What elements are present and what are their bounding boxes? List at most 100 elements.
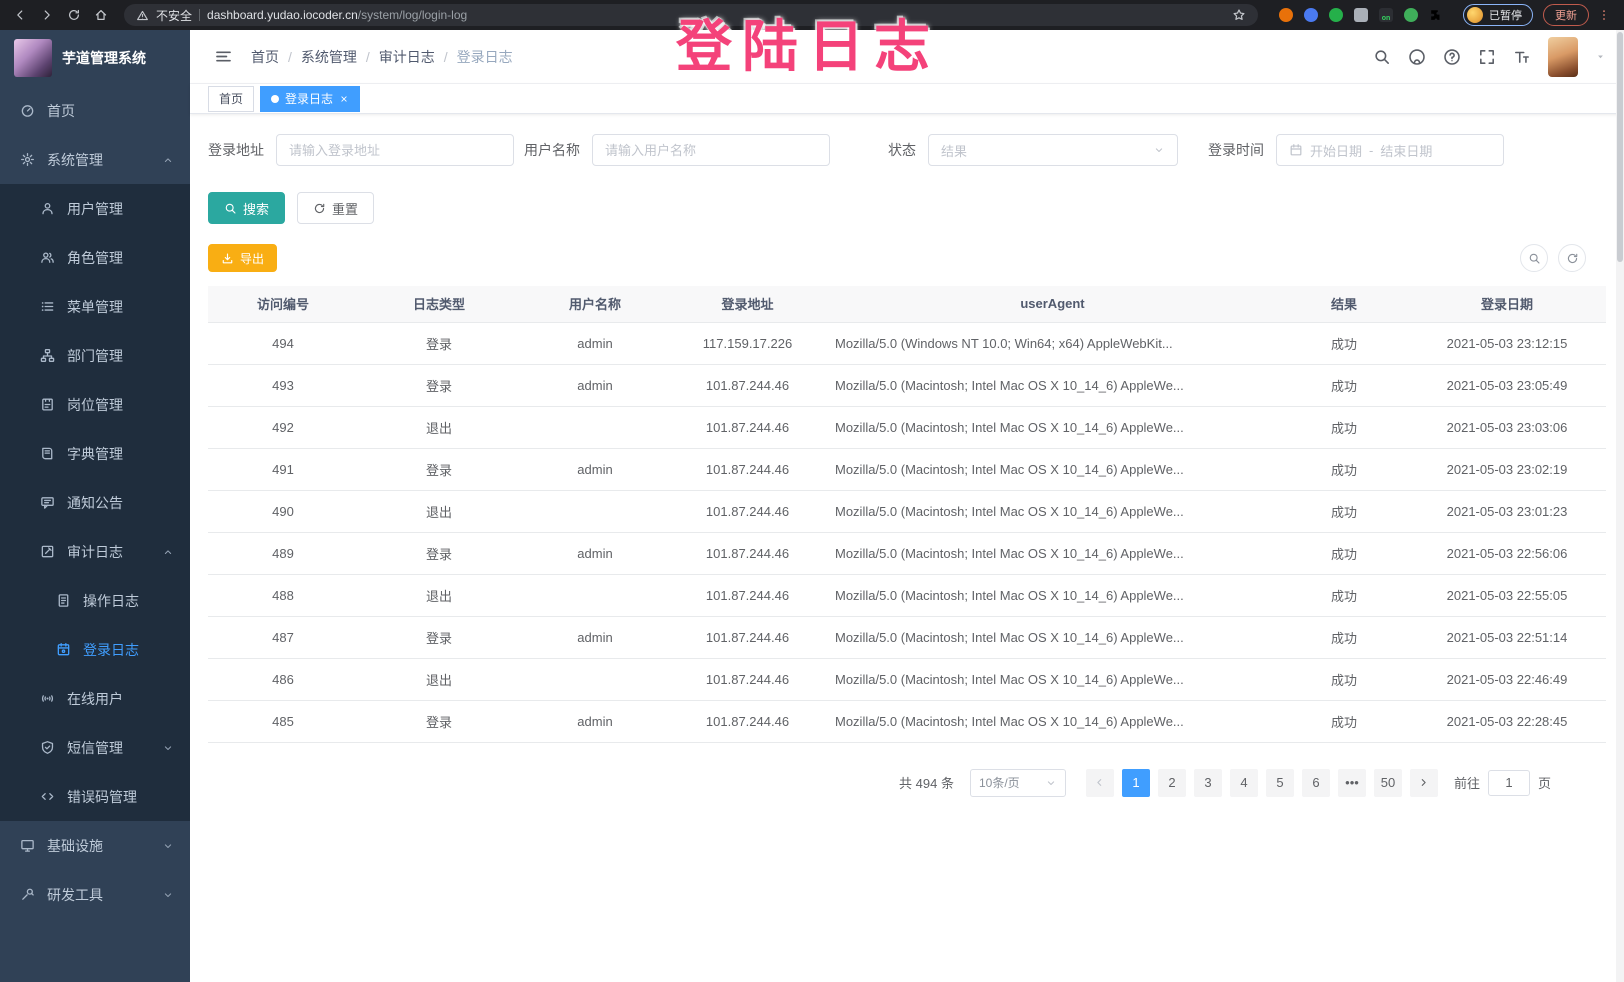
breadcrumb-item[interactable]: 系统管理: [301, 47, 357, 67]
sidebar-item-home[interactable]: 首页: [0, 86, 190, 135]
tag-login-log[interactable]: 登录日志: [260, 86, 360, 112]
column-header: userAgent: [825, 286, 1280, 322]
table-cell: 117.159.17.226: [670, 322, 825, 364]
export-button[interactable]: 导出: [208, 244, 277, 272]
breadcrumb-item[interactable]: 首页: [251, 47, 279, 67]
main-area: 首页/系统管理/审计日志/登录日志 首页登录日志 登录地址用户名称状态结果登录时…: [190, 30, 1624, 982]
page-button-2[interactable]: 2: [1158, 769, 1186, 797]
chevron-down-icon: [162, 889, 174, 901]
breadcrumb: 首页/系统管理/审计日志/登录日志: [251, 47, 513, 67]
page-button-1[interactable]: 1: [1122, 769, 1150, 797]
post-management-icon: [40, 397, 55, 412]
dev-tools-icon: [20, 887, 35, 902]
filter-label-username: 用户名称: [524, 140, 580, 160]
header-search-icon[interactable]: [1373, 48, 1391, 66]
sidebar-item-infrastructure[interactable]: 基础设施: [0, 821, 190, 870]
table-cell: 101.87.244.46: [670, 532, 825, 574]
sidebar-item-post-management[interactable]: 岗位管理: [0, 380, 190, 429]
user-avatar[interactable]: [1548, 37, 1578, 77]
sidebar-item-online-users[interactable]: 在线用户: [0, 674, 190, 723]
filter-status: 状态结果: [888, 134, 1178, 166]
extension-blue-drop[interactable]: [1304, 8, 1318, 22]
browser-back-button[interactable]: [8, 3, 32, 27]
extension-orange-circle[interactable]: [1279, 8, 1293, 22]
extension-leaf[interactable]: [1404, 8, 1418, 22]
browser-reload-button[interactable]: [62, 3, 86, 27]
page-button-5[interactable]: 5: [1266, 769, 1294, 797]
sidebar-item-operation-log[interactable]: 操作日志: [0, 576, 190, 625]
table-cell: 2021-05-03 23:03:06: [1408, 406, 1606, 448]
login-time-range-picker[interactable]: 开始日期-结束日期: [1276, 134, 1504, 166]
sidebar-item-label: 登录日志: [83, 640, 139, 660]
select-placeholder: 结果: [941, 141, 967, 160]
sidebar-item-audit-log[interactable]: 审计日志: [0, 527, 190, 576]
reset-button[interactable]: 重置: [297, 192, 374, 224]
app-logo[interactable]: 芋道管理系统: [0, 30, 190, 86]
search-icon: [224, 202, 237, 215]
column-header: 登录地址: [670, 286, 825, 322]
tag-home[interactable]: 首页: [208, 86, 254, 112]
sidebar-item-dev-tools[interactable]: 研发工具: [0, 870, 190, 919]
sidebar-item-user-management[interactable]: 用户管理: [0, 184, 190, 233]
header-actions: [1373, 37, 1606, 77]
sidebar-item-department-management[interactable]: 部门管理: [0, 331, 190, 380]
help-icon[interactable]: [1443, 48, 1461, 66]
prev-page-button[interactable]: [1086, 769, 1114, 797]
table-cell: [520, 658, 670, 700]
refresh-table-button[interactable]: [1558, 244, 1586, 272]
browser-profile-chip[interactable]: 已暂停: [1463, 4, 1533, 26]
page-ellipsis[interactable]: •••: [1338, 769, 1366, 797]
scrollbar-thumb[interactable]: [1617, 32, 1623, 262]
next-page-button[interactable]: [1410, 769, 1438, 797]
login-address-input[interactable]: [276, 134, 514, 166]
page-size-select[interactable]: 10条/页: [970, 769, 1066, 797]
avatar-caret-icon[interactable]: [1595, 51, 1606, 62]
sidebar-item-system-management[interactable]: 系统管理: [0, 135, 190, 184]
font-size-icon[interactable]: [1513, 48, 1531, 66]
browser-scrollbar[interactable]: [1616, 30, 1624, 982]
table-cell: 登录: [358, 448, 520, 490]
page-button-4[interactable]: 4: [1230, 769, 1258, 797]
sidebar-item-dict-management[interactable]: 字典管理: [0, 429, 190, 478]
system-management-icon: [20, 152, 35, 167]
browser-home-button[interactable]: [89, 3, 113, 27]
extension-puzzle[interactable]: [1429, 8, 1443, 22]
filter-username: 用户名称: [524, 134, 830, 166]
sidebar-item-login-log[interactable]: 登录日志: [0, 625, 190, 674]
table-cell: 登录: [358, 364, 520, 406]
breadcrumb-item[interactable]: 审计日志: [379, 47, 435, 67]
table-cell: 101.87.244.46: [670, 700, 825, 742]
sidebar-item-menu-management[interactable]: 菜单管理: [0, 282, 190, 331]
search-button[interactable]: 搜索: [208, 192, 285, 224]
breadcrumb-item: 登录日志: [457, 47, 513, 67]
fullscreen-icon[interactable]: [1478, 48, 1496, 66]
bookmark-star-icon[interactable]: [1232, 8, 1246, 22]
table-cell: 2021-05-03 23:01:23: [1408, 490, 1606, 532]
sidebar-item-notice-announcement[interactable]: 通知公告: [0, 478, 190, 527]
extension-grid[interactable]: [1354, 8, 1368, 22]
toggle-search-button[interactable]: [1520, 244, 1548, 272]
sidebar-item-label: 系统管理: [47, 150, 103, 170]
sidebar-item-role-management[interactable]: 角色管理: [0, 233, 190, 282]
username-input[interactable]: [592, 134, 830, 166]
sidebar-item-sms-management[interactable]: 短信管理: [0, 723, 190, 772]
page-size-value: 10条/页: [979, 774, 1020, 791]
page-url: dashboard.yudao.iocoder.cn/system/log/lo…: [207, 8, 467, 22]
page-button-3[interactable]: 3: [1194, 769, 1222, 797]
browser-update-button[interactable]: 更新: [1543, 4, 1589, 26]
extension-green-circle[interactable]: [1329, 8, 1343, 22]
page-button-50[interactable]: 50: [1374, 769, 1402, 797]
collapse-sidebar-icon[interactable]: [214, 47, 233, 66]
status-select[interactable]: 结果: [928, 134, 1178, 166]
page-button-6[interactable]: 6: [1302, 769, 1330, 797]
browser-forward-button[interactable]: [35, 3, 59, 27]
browser-extensions: on: [1279, 8, 1443, 22]
infrastructure-icon: [20, 838, 35, 853]
github-icon[interactable]: [1408, 48, 1426, 66]
kebab-menu-icon: [1597, 8, 1611, 22]
extension-on-badge[interactable]: on: [1379, 8, 1393, 22]
sidebar-item-error-code-management[interactable]: 错误码管理: [0, 772, 190, 821]
browser-menu-button[interactable]: [1592, 3, 1616, 27]
goto-page-input[interactable]: [1488, 770, 1530, 796]
table-cell: Mozilla/5.0 (Macintosh; Intel Mac OS X 1…: [825, 658, 1280, 700]
